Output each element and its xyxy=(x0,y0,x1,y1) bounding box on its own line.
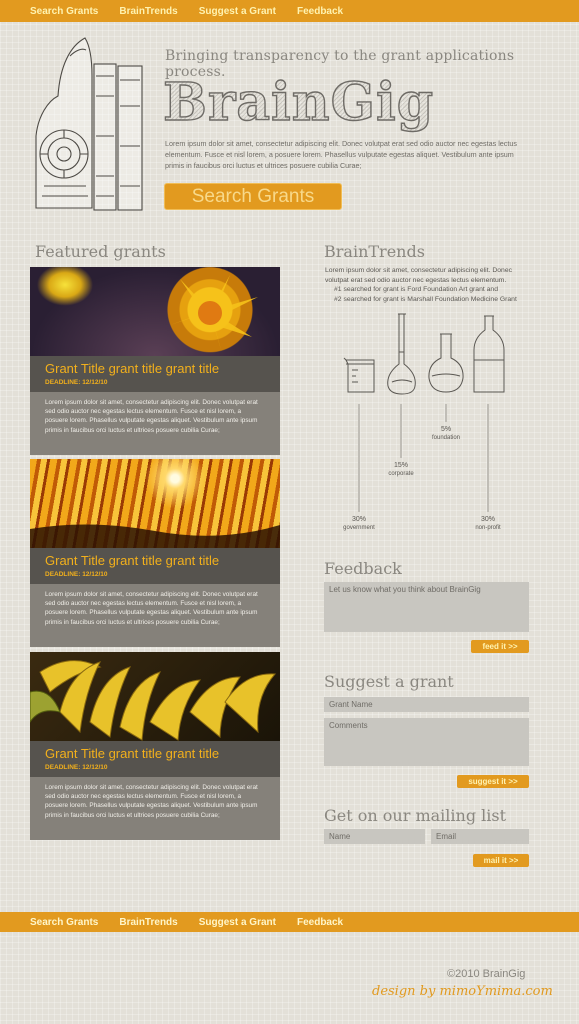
mailing-list-title: Get on our mailing list xyxy=(324,806,507,825)
trend-category: non-profit xyxy=(475,525,501,531)
round-flask-icon xyxy=(428,333,464,393)
volumetric-flask-icon xyxy=(387,313,416,395)
nav-feedback[interactable]: Feedback xyxy=(297,6,343,17)
featured-grants-title: Featured grants xyxy=(35,242,166,261)
grant-photo-yellow-flower xyxy=(30,267,280,356)
trend-label-foundation: 5% foundation xyxy=(416,426,476,442)
trend-percent: 5% xyxy=(440,426,452,433)
bottle-icon xyxy=(473,315,505,393)
grant-photo-orange-petals xyxy=(30,459,280,548)
brand-logo: BrainGig xyxy=(162,71,435,133)
grant-photo-bananas xyxy=(30,652,280,741)
trend-label-government: 30% government xyxy=(329,516,389,532)
feedback-textarea[interactable]: Let us know what you think about BrainGi… xyxy=(324,582,529,632)
lab-glassware-icons xyxy=(343,313,505,395)
braintrends-line-1: #1 searched for grant is Ford Foundation… xyxy=(334,286,498,293)
trend-percent: 15% xyxy=(393,462,408,469)
bookend-illustration-icon xyxy=(35,37,143,211)
bananas-icon xyxy=(30,660,277,741)
grant-description: Lorem ipsum dolor sit amet, consectetur … xyxy=(30,392,280,455)
suggest-grant-title: Suggest a grant xyxy=(324,672,454,691)
footer-nav-suggest-grant[interactable]: Suggest a Grant xyxy=(199,917,276,928)
trend-bar-foundation xyxy=(445,404,447,422)
feedback-title: Feedback xyxy=(324,559,402,578)
nav-braintrends[interactable]: BrainTrends xyxy=(119,6,177,17)
beaker-icon xyxy=(343,357,375,393)
grant-title[interactable]: Grant Title grant title grant title xyxy=(45,746,265,762)
grant-title[interactable]: Grant Title grant title grant title xyxy=(45,361,265,377)
trend-bar-corporate xyxy=(400,404,402,458)
grant-card-2[interactable]: Grant Title grant title grant title DEAD… xyxy=(30,459,280,647)
top-nav: Search Grants BrainTrends Suggest a Gran… xyxy=(0,0,579,22)
trend-category: corporate xyxy=(388,471,414,477)
grant-deadline: DEADLINE: 12/12/10 xyxy=(45,764,108,771)
trend-label-corporate: 15% corporate xyxy=(371,462,431,478)
comments-field[interactable]: Comments xyxy=(324,718,529,766)
trend-category: government xyxy=(343,525,375,531)
copyright: ©2010 BrainGig xyxy=(447,968,526,980)
grant-description: Lorem ipsum dolor sit amet, consectetur … xyxy=(30,584,280,647)
design-credit[interactable]: design by mimoYmima.com xyxy=(372,984,553,999)
grant-title[interactable]: Grant Title grant title grant title xyxy=(45,553,265,569)
grant-name-field[interactable]: Grant Name xyxy=(324,697,529,712)
trend-bar-government xyxy=(358,404,360,512)
grant-deadline: DEADLINE: 12/12/10 xyxy=(45,571,108,578)
grant-card-3[interactable]: Grant Title grant title grant title DEAD… xyxy=(30,652,280,840)
footer-nav-feedback[interactable]: Feedback xyxy=(297,917,343,928)
nav-search-grants[interactable]: Search Grants xyxy=(30,6,98,17)
flower-petals-icon xyxy=(170,275,258,353)
bottom-nav: Search Grants BrainTrends Suggest a Gran… xyxy=(0,912,579,932)
trend-label-non-profit: 30% non-profit xyxy=(458,516,518,532)
search-grants-button[interactable]: Search Grants xyxy=(164,183,342,210)
feed-it-button[interactable]: feed it >> xyxy=(471,640,529,653)
trend-bar-non-profit xyxy=(487,404,489,512)
trend-category: foundation xyxy=(431,435,461,441)
nav-suggest-grant[interactable]: Suggest a Grant xyxy=(199,6,276,17)
trend-percent: 30% xyxy=(351,516,366,523)
suggest-it-button[interactable]: suggest it >> xyxy=(457,775,529,788)
mail-it-button[interactable]: mail it >> xyxy=(473,854,529,867)
grant-deadline: DEADLINE: 12/12/10 xyxy=(45,379,108,386)
hero-intro: Lorem ipsum dolor sit amet, consectetur … xyxy=(165,139,517,170)
footer-nav-search-grants[interactable]: Search Grants xyxy=(30,917,98,928)
name-field[interactable]: Name xyxy=(324,829,425,844)
trend-percent: 30% xyxy=(480,516,495,523)
grant-description: Lorem ipsum dolor sit amet, consectetur … xyxy=(30,777,280,840)
braintrends-text: Lorem ipsum dolor sit amet, consectetur … xyxy=(325,266,530,304)
grant-card-1[interactable]: Grant Title grant title grant title DEAD… xyxy=(30,267,280,455)
email-field[interactable]: Email xyxy=(431,829,529,844)
braintrends-title: BrainTrends xyxy=(324,242,425,261)
braintrends-intro: Lorem ipsum dolor sit amet, consectetur … xyxy=(325,267,513,284)
braintrends-line-2: #2 searched for grant is Marshall Founda… xyxy=(334,295,517,303)
footer-nav-braintrends[interactable]: BrainTrends xyxy=(119,917,177,928)
petals-shadow-icon xyxy=(30,524,280,548)
